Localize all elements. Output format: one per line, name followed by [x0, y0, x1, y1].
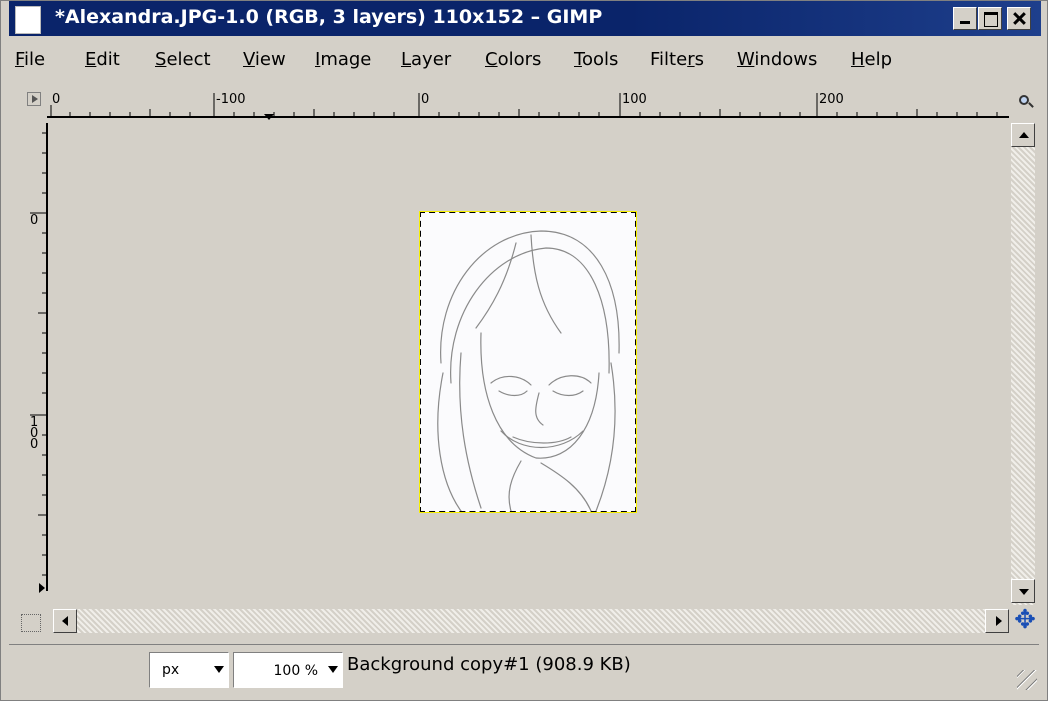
ruler-label: 0 — [30, 213, 39, 228]
ruler-label: 100 — [622, 92, 647, 107]
scroll-right-button[interactable] — [985, 609, 1009, 633]
zoom-to-fit-button[interactable] — [1013, 91, 1037, 113]
chevron-down-icon — [328, 666, 338, 673]
resize-grip-icon[interactable] — [1017, 670, 1037, 690]
navigate-icon[interactable]: ✥ — [1012, 607, 1038, 633]
quick-mask-icon[interactable] — [21, 614, 41, 632]
minimize-button[interactable] — [953, 7, 977, 30]
horizontal-scrollbar[interactable] — [53, 609, 1009, 633]
face-sketch-image — [421, 213, 635, 511]
vertical-scrollbar[interactable] — [1011, 123, 1035, 605]
zoom-handle — [1028, 102, 1034, 108]
maximize-button[interactable] — [978, 7, 1002, 30]
menu-filters[interactable]: Filters — [650, 49, 704, 70]
menu-icon[interactable] — [27, 92, 41, 106]
unit-value: px — [162, 662, 180, 678]
scroll-left-button[interactable] — [53, 609, 77, 633]
pointer-position-marker-vertical — [39, 583, 45, 593]
scroll-up-button[interactable] — [1011, 123, 1035, 147]
chevron-down-icon — [214, 666, 224, 673]
menu-file[interactable]: File — [15, 49, 45, 70]
menu-help[interactable]: Help — [851, 49, 892, 70]
status-message: Background copy#1 (908.9 KB) — [347, 654, 631, 675]
ruler-label: 0 — [52, 92, 61, 107]
maximize-icon — [979, 8, 1001, 29]
ruler-label: 0 — [421, 92, 430, 107]
menu-tools[interactable]: Tools — [574, 49, 618, 70]
image-layer-background-copy[interactable] — [419, 211, 637, 513]
menu-colors[interactable]: Colors — [485, 49, 541, 70]
status-bar: px 100 % Background copy#1 (908.9 KB) — [9, 644, 1039, 694]
ruler-ticks — [50, 93, 998, 118]
zoom-value: 100 % — [273, 663, 318, 679]
zoom-select[interactable]: 100 % — [233, 652, 343, 688]
unit-select[interactable]: px — [149, 652, 229, 688]
minimize-icon — [954, 8, 976, 29]
horizontal-ruler[interactable]: 0 -100 0 100 200 — [47, 89, 1009, 118]
pointer-position-marker — [264, 114, 274, 120]
document-icon[interactable] — [15, 6, 41, 34]
close-button[interactable] — [1007, 7, 1031, 30]
ruler-label: -100 — [216, 92, 246, 107]
scroll-down-button[interactable] — [1011, 579, 1035, 603]
menu-edit[interactable]: Edit — [85, 49, 120, 70]
vertical-ruler[interactable]: 0 100 — [28, 123, 48, 591]
image-canvas[interactable] — [49, 123, 1009, 603]
menu-windows[interactable]: Windows — [737, 49, 817, 70]
title-bar[interactable]: *Alexandra.JPG-1.0 (RGB, 3 layers) 110x1… — [9, 1, 1041, 36]
ruler-label: 200 — [819, 92, 844, 107]
ruler-ticks — [30, 132, 48, 576]
window-title: *Alexandra.JPG-1.0 (RGB, 3 layers) 110x1… — [55, 6, 603, 28]
menu-image[interactable]: Image — [315, 49, 371, 70]
gimp-image-window: *Alexandra.JPG-1.0 (RGB, 3 layers) 110x1… — [0, 0, 1048, 701]
close-icon — [1008, 8, 1030, 29]
menu-view[interactable]: View — [243, 49, 286, 70]
ruler-label: 100 — [30, 415, 39, 452]
menu-select[interactable]: Select — [155, 49, 211, 70]
menu-bar: File Edit Select View Image Layer Colors… — [9, 46, 1041, 76]
menu-layer[interactable]: Layer — [401, 49, 451, 70]
